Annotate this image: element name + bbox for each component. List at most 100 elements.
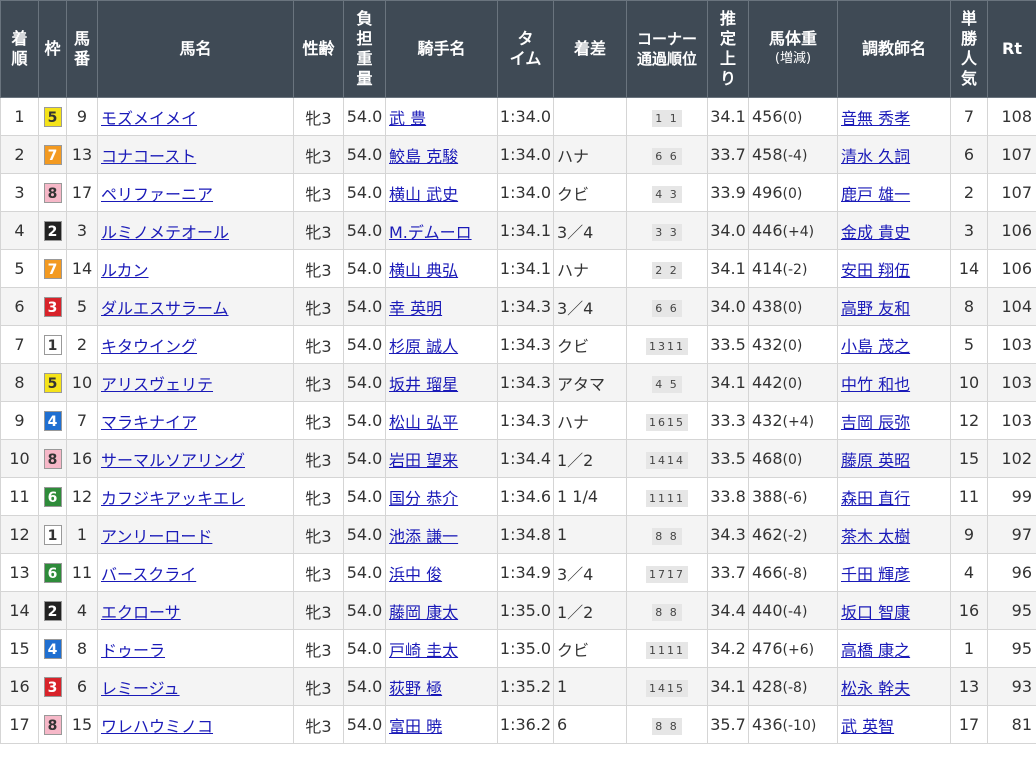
last3f-cell: 34.1 [707, 667, 749, 706]
sexage-cell: 牝3 [293, 705, 344, 744]
corner-cell: 4 5 [626, 363, 708, 402]
jockey-link[interactable]: 武 豊 [389, 109, 426, 128]
table-row: 1 5 9 モズメイメイ 牝3 54.0 武 豊 1:34.0 1 1 34.1 456(0) 音無 … [0, 97, 1036, 136]
corner-cell: 1415 [626, 667, 708, 706]
horse-cell: ペリファーニア [97, 173, 294, 212]
horse-link[interactable]: コナコースト [101, 147, 196, 166]
trainer-link[interactable]: 高野 友和 [841, 299, 910, 318]
waku-badge: 4 [43, 410, 62, 431]
horse-link[interactable]: マラキナイア [101, 413, 197, 432]
waku-cell: 4 [38, 629, 67, 668]
body-weight-value: 446 [752, 221, 783, 240]
weight-cell: 54.0 [343, 705, 386, 744]
corner-cell: 8 8 [626, 591, 708, 630]
horse-link[interactable]: ダルエスサラーム [101, 299, 229, 318]
jockey-link[interactable]: 横山 典弘 [389, 261, 458, 280]
jockey-link[interactable]: 浜中 俊 [389, 565, 442, 584]
horse-link[interactable]: ワレハウミノコ [101, 717, 213, 736]
umaban-cell: 1 [66, 515, 98, 554]
corner-positions: 1111 [646, 489, 688, 507]
jockey-link[interactable]: 富田 暁 [389, 717, 442, 736]
table-row: 11 6 12 カフジキアッキエレ 牝3 54.0 国分 恭介 1:34.6 1 1/4 1111… [0, 477, 1036, 516]
time-cell: 1:34.3 [497, 325, 554, 364]
trainer-link[interactable]: 松永 幹夫 [841, 679, 910, 698]
rating-cell: 97 [987, 515, 1036, 554]
horse-link[interactable]: モズメイメイ [101, 109, 197, 128]
trainer-link[interactable]: 音無 秀孝 [841, 109, 910, 128]
time-cell: 1:34.8 [497, 515, 554, 554]
jockey-link[interactable]: 荻野 極 [389, 679, 442, 698]
trainer-link[interactable]: 金成 貴史 [841, 223, 910, 242]
margin-cell: クビ [553, 173, 627, 212]
horse-cell: アリスヴェリテ [97, 363, 294, 402]
body-weight-cell: 428(-8) [748, 667, 838, 706]
trainer-link[interactable]: 坂口 智康 [841, 603, 910, 622]
finish-cell: 7 [0, 325, 39, 364]
horse-link[interactable]: ルミノメテオール [101, 223, 229, 242]
trainer-link[interactable]: 茶木 太樹 [841, 527, 910, 546]
jockey-link[interactable]: M.デムーロ [389, 223, 472, 242]
body-weight-value: 442 [752, 373, 783, 392]
trainer-link[interactable]: 安田 翔伍 [841, 261, 910, 280]
jockey-cell: 富田 暁 [385, 705, 498, 744]
jockey-link[interactable]: 鮫島 克駿 [389, 147, 458, 166]
last3f-cell: 35.7 [707, 705, 749, 744]
jockey-link[interactable]: 坂井 瑠星 [389, 375, 458, 394]
horse-link[interactable]: バースクライ [101, 565, 196, 584]
jockey-link[interactable]: 戸崎 圭太 [389, 641, 458, 660]
corner-cell: 1717 [626, 553, 708, 592]
trainer-cell: 中竹 和也 [837, 363, 951, 402]
waku-cell: 8 [38, 705, 67, 744]
trainer-link[interactable]: 高橋 康之 [841, 641, 910, 660]
umaban-cell: 10 [66, 363, 98, 402]
horse-link[interactable]: レミージュ [101, 679, 180, 698]
body-weight-value: 458 [752, 145, 783, 164]
trainer-link[interactable]: 鹿戸 雄一 [841, 185, 910, 204]
horse-link[interactable]: キタウイング [101, 337, 197, 356]
finish-cell: 12 [0, 515, 39, 554]
header-corner: コーナー通過順位 [626, 0, 708, 98]
body-weight-value: 436 [752, 715, 783, 734]
corner-positions: 1615 [646, 413, 688, 431]
jockey-link[interactable]: 岩田 望来 [389, 451, 458, 470]
jockey-link[interactable]: 横山 武史 [389, 185, 458, 204]
jockey-link[interactable]: 藤岡 康太 [389, 603, 458, 622]
corner-positions: 4 5 [652, 375, 682, 393]
last3f-cell: 34.3 [707, 515, 749, 554]
trainer-link[interactable]: 森田 直行 [841, 489, 910, 508]
body-weight-value: 456 [752, 107, 783, 126]
body-weight-diff: (-2) [782, 528, 808, 544]
trainer-link[interactable]: 千田 輝彦 [841, 565, 910, 584]
popularity-cell: 2 [950, 173, 988, 212]
trainer-link[interactable]: 小島 茂之 [841, 337, 910, 356]
jockey-link[interactable]: 松山 弘平 [389, 413, 458, 432]
trainer-link[interactable]: 清水 久詞 [841, 147, 910, 166]
horse-link[interactable]: アンリーロード [101, 527, 212, 546]
trainer-link[interactable]: 中竹 和也 [841, 375, 910, 394]
body-weight-diff: (-2) [782, 262, 808, 278]
horse-link[interactable]: ペリファーニア [101, 185, 213, 204]
time-cell: 1:34.1 [497, 211, 554, 250]
horse-link[interactable]: ドゥーラ [101, 641, 165, 660]
jockey-cell: 浜中 俊 [385, 553, 498, 592]
horse-link[interactable]: エクローサ [101, 603, 181, 622]
time-cell: 1:35.0 [497, 629, 554, 668]
jockey-link[interactable]: 国分 恭介 [389, 489, 458, 508]
jockey-link[interactable]: 杉原 誠人 [389, 337, 458, 356]
horse-link[interactable]: アリスヴェリテ [101, 375, 213, 394]
corner-positions: 8 8 [652, 603, 682, 621]
rating-cell: 107 [987, 173, 1036, 212]
horse-link[interactable]: カフジキアッキエレ [101, 489, 245, 508]
jockey-link[interactable]: 幸 英明 [389, 299, 442, 318]
header-weight: 負担重量 [343, 0, 386, 98]
last3f-cell: 33.3 [707, 401, 749, 440]
horse-cell: バースクライ [97, 553, 294, 592]
horse-link[interactable]: サーマルソアリング [101, 451, 245, 470]
umaban-cell: 13 [66, 135, 98, 174]
trainer-link[interactable]: 吉岡 辰弥 [841, 413, 910, 432]
trainer-link[interactable]: 武 英智 [841, 717, 894, 736]
finish-cell: 8 [0, 363, 39, 402]
jockey-link[interactable]: 池添 謙一 [389, 527, 458, 546]
trainer-link[interactable]: 藤原 英昭 [841, 451, 910, 470]
horse-link[interactable]: ルカン [101, 261, 149, 280]
